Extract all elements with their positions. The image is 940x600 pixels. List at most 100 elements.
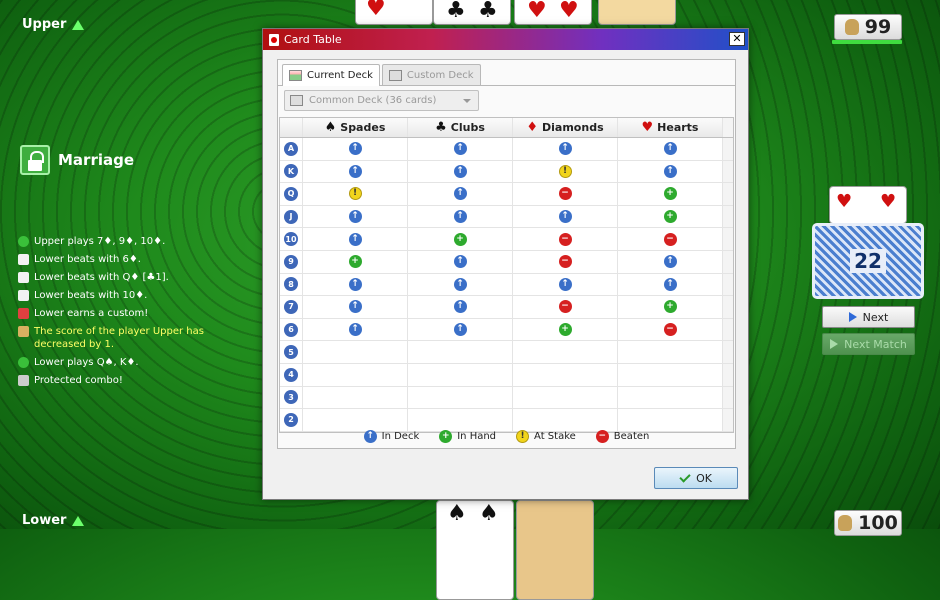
card-cell: ↑ [408,205,513,228]
in-deck-icon: ↑ [453,187,467,201]
in-deck-icon: ↑ [453,164,467,178]
tab-custom-deck[interactable]: Custom Deck [381,64,481,85]
card-cell [303,409,408,431]
card-cell: − [618,318,723,341]
table-row: 7 ↑ ↑ − + [280,296,733,319]
card-cell: ! [303,183,408,205]
game-log: Upper plays 7♦, 9♦, 10♦. Lower beats with… [18,235,218,392]
in-deck-icon: ↑ [558,142,572,156]
card-cell [513,409,618,431]
card-cell [513,386,618,409]
rank-badge: K [284,164,298,179]
upper-card-1: ♥ [355,0,433,25]
turn-indicator-icon [72,19,85,30]
card-cell: ↑ [513,138,618,160]
upper-card-2: ♣ ♣ [433,0,511,25]
close-button[interactable]: ✕ [729,32,745,46]
rank-badge: 10 [284,232,298,247]
tab-current-deck[interactable]: Current Deck [282,64,380,86]
card-cell: ↑ [408,296,513,318]
log-entry: Upper plays 7♦, 9♦, 10♦. [18,235,218,248]
trump-card: ♥ ♥ [829,186,907,224]
at-stake-icon: ! [348,187,362,201]
table-row: K ↑ ↑! ↑ [280,160,733,184]
in-hand-icon: + [663,210,677,224]
table-row: 2 [280,409,733,432]
in-deck-icon: ↑ [348,323,362,337]
table-row: 9 + ↑ − ↑ [280,250,733,274]
beaten-icon: − [558,255,572,269]
card-cell: ↑ [408,318,513,341]
table-row: 3 [280,386,733,410]
table-row: Q! ↑ − + [280,183,733,206]
card-grid: ♠ Spades ♣ Clubs ♦ Diamonds ♥ Hearts A ↑ ↑ ↑ ↑ K ↑ ↑! ↑ Q… [279,117,734,433]
rank-badge: 2 [284,412,298,427]
card-cell: − [513,183,618,205]
beaten-icon: − [558,187,572,201]
card-cell: + [303,250,408,273]
in-hand-icon: + [558,323,572,337]
next-button[interactable]: Next [822,306,915,328]
card-table-dialog: Card Table ✕ Current Deck Custom Deck Co… [262,28,749,500]
beaten-icon: − [595,430,609,443]
money-bag-icon [18,326,29,337]
log-entry: Lower beats with 6♦. [18,253,218,266]
beaten-icon: − [558,232,572,246]
in-hand-icon: + [348,255,362,269]
card-cell [408,409,513,431]
card-cell [303,363,408,386]
in-deck-icon: ↑ [348,277,362,291]
card-cell: ↑ [513,205,618,228]
card-icon [269,33,279,46]
in-deck-icon: ↑ [453,142,467,156]
card-cell: ↑ [618,273,723,296]
rank-badge: J [284,209,298,224]
card-cell: + [618,205,723,228]
card-cell [513,363,618,386]
table-row: 4 [280,363,733,387]
deck-select[interactable]: Common Deck (36 cards) [284,90,479,111]
log-entry: Lower beats with 10♦. [18,289,218,302]
rank-badge: A [284,141,298,156]
next-match-button[interactable]: Next Match [822,333,915,355]
log-entry: Lower plays Q♠, K♦. [18,356,218,369]
ok-button[interactable]: OK [654,467,738,489]
card-cell: − [618,228,723,250]
tab-bar: Current Deck Custom Deck [278,60,735,86]
in-deck-icon: ↑ [453,210,467,224]
in-deck-icon: ↑ [363,430,377,443]
cards-icon [18,254,29,265]
card-cell: ↑ [303,228,408,250]
dialog-titlebar[interactable]: Card Table ✕ [263,29,748,50]
lower-card-1[interactable]: ♠ ♠ [436,500,514,600]
deck-panel: Current Deck Custom Deck Common Deck (36… [277,59,736,449]
log-entry: Protected combo! [18,374,218,387]
lower-card-2[interactable] [516,500,594,600]
hearts-suit-icon: ♥ [641,120,654,135]
in-deck-icon: ↑ [453,277,467,291]
card-cell: ↑ [303,138,408,160]
card-cell: + [618,183,723,205]
deck-icon [290,95,303,106]
at-stake-icon: ! [558,164,572,178]
rank-badge: 3 [284,390,298,405]
card-cell [408,363,513,386]
check-icon [679,470,691,483]
upper-card-3: ♥ ♥ [514,0,592,25]
in-deck-icon: ↑ [348,232,362,246]
table-row: J ↑ ↑ ↑ + [280,205,733,229]
log-entry: Lower earns a custom! [18,307,218,320]
card-cell: ↑ [408,160,513,183]
in-deck-icon: ↑ [453,255,467,269]
upper-card-4 [598,0,676,25]
upper-score-bar [832,40,902,44]
shield-icon [18,375,29,386]
log-entry: The score of the player Upper has decrea… [18,325,218,351]
rank-badge: 8 [284,277,298,292]
in-deck-icon: ↑ [663,164,677,178]
check-icon [18,236,29,247]
card-cell: ↑ [618,138,723,160]
card-cell [618,409,723,431]
in-deck-icon: ↑ [348,300,362,314]
table-row: 8 ↑ ↑ ↑ ↑ [280,273,733,297]
